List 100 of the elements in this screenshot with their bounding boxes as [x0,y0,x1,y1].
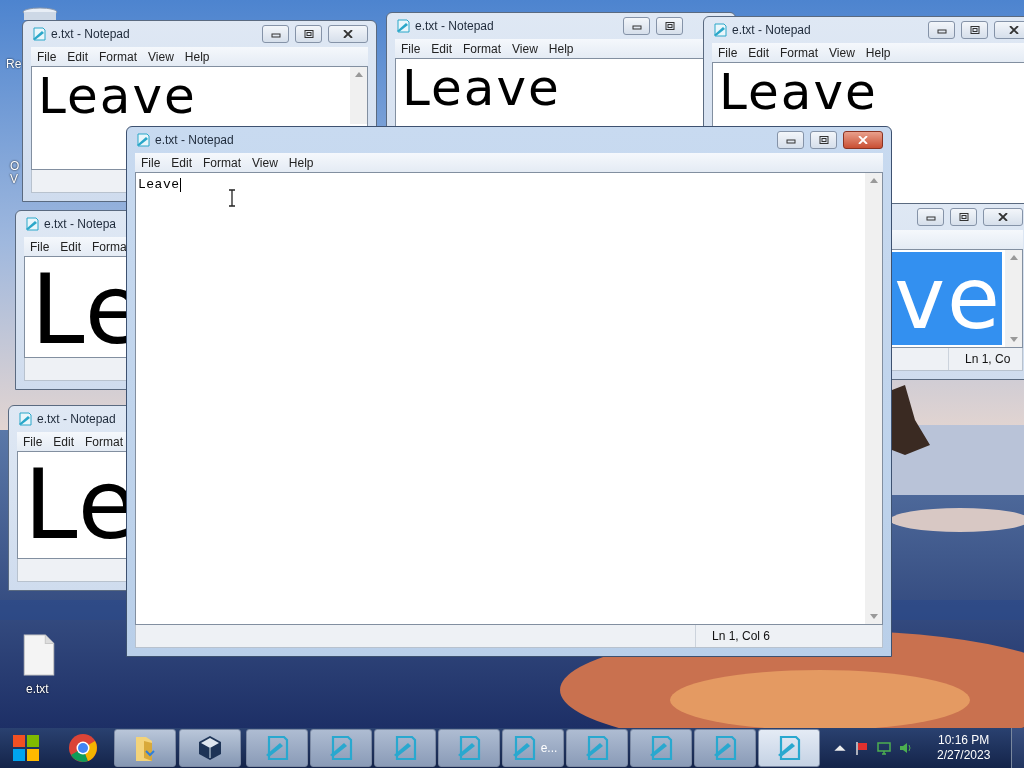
scroll-down-icon[interactable] [869,614,878,619]
maximize-icon [969,26,980,34]
document-text: Leave [138,177,180,192]
close-button[interactable] [994,21,1024,39]
window-title: e.txt - Notepad [51,27,130,41]
maximize-icon [818,136,829,144]
menu-item[interactable]: Format [463,41,502,56]
scrollbar[interactable] [865,173,882,624]
window-title: e.txt - Notepad [155,133,234,147]
notepad-taskbar-button[interactable] [310,729,372,767]
notepad-icon [712,22,728,38]
window-title: e.txt - Notepa [44,217,117,231]
menu-item[interactable]: View [512,41,538,56]
menu-item[interactable]: Edit [748,45,770,60]
menu-item[interactable]: Edit [53,434,75,449]
notepad-icon [24,216,40,232]
menu-item[interactable]: File [23,434,43,449]
notepad-icon [17,411,33,427]
notepad-taskbar-button[interactable] [374,729,436,767]
notepad-taskbar-button[interactable] [566,729,628,767]
menu-item[interactable]: Edit [431,41,453,56]
scroll-down-icon[interactable] [1009,337,1018,342]
windows-logo-icon [11,733,41,763]
maximize-button[interactable] [961,21,988,39]
close-icon [998,213,1008,221]
minimize-button[interactable] [623,17,650,35]
notepad-taskbar-button[interactable] [438,729,500,767]
minimize-button[interactable] [917,208,944,226]
document-text: Leave [402,61,561,115]
menu-item[interactable]: Help [184,49,210,64]
maximize-icon [664,22,675,30]
minimize-icon [631,22,642,30]
notepad-icon [31,26,47,42]
menu-item[interactable]: Edit [60,239,82,254]
maximize-button[interactable] [295,25,322,43]
menu-item[interactable]: Edit [67,49,89,64]
close-icon [343,30,353,38]
maximize-button[interactable] [810,131,837,149]
close-button[interactable] [328,25,368,43]
text-cursor-icon [228,189,236,207]
scrollbar[interactable] [1005,250,1022,347]
menu-item[interactable]: View [148,49,174,64]
maximize-icon [958,213,969,221]
notepad-icon [395,18,411,34]
flag-icon[interactable] [855,741,869,755]
maximize-button[interactable] [656,17,683,35]
menu-item[interactable]: File [37,49,57,64]
window-title: e.txt - Notepad [415,19,494,33]
minimize-button[interactable] [777,131,804,149]
status-text: Ln 1, Co [965,352,1011,366]
file-icon[interactable] [22,634,56,676]
menu-item[interactable]: File [30,239,50,254]
notepad-taskbar-button[interactable] [758,729,820,767]
menu-item[interactable]: Help [548,41,574,56]
desktop-icon-label: O [10,160,20,173]
notepad-icon [135,132,151,148]
speaker-icon[interactable] [899,741,913,755]
desktop-icon-label: V [10,173,18,186]
menu-item[interactable]: Format [780,45,819,60]
clock[interactable]: 10:16 PM 2/27/2023 [937,733,991,763]
menu-item[interactable]: View [829,45,855,60]
menu-item[interactable]: Help [865,45,891,60]
menu-item[interactable]: Help [288,155,314,170]
menu-item[interactable]: File [141,155,161,170]
menu-item[interactable]: Forma [92,239,127,254]
minimize-icon [925,213,936,221]
notepad-taskbar-button[interactable] [630,729,692,767]
menu-item[interactable]: Format [85,434,124,449]
menu-item[interactable]: File [718,45,738,60]
close-icon [1009,26,1019,34]
virtualbox-button[interactable] [179,729,241,767]
window-title: e.txt - Notepad [37,412,116,426]
maximize-button[interactable] [950,208,977,226]
document-text: Leave [38,69,197,123]
show-desktop-button[interactable] [1011,728,1024,768]
network-icon[interactable] [877,741,891,755]
menu-item[interactable]: Format [99,49,138,64]
menu-item[interactable]: View [252,155,278,170]
menu-item[interactable]: Format [203,155,242,170]
menu-item[interactable]: Edit [171,155,193,170]
notepad-taskbar-button[interactable] [694,729,756,767]
close-button[interactable] [843,131,883,149]
notepad-taskbar-button[interactable] [246,729,308,767]
document-text: Leave [719,65,878,119]
close-icon [858,136,868,144]
close-button[interactable] [983,208,1023,226]
minimize-icon [785,136,796,144]
minimize-icon [936,26,947,34]
scroll-up-icon[interactable] [869,178,878,183]
file-label: e.txt [26,682,49,696]
scroll-up-icon[interactable] [354,72,363,77]
minimize-button[interactable] [928,21,955,39]
menu-item[interactable]: File [401,41,421,56]
browser-icon [68,733,98,763]
minimize-icon [270,30,281,38]
status-text: Ln 1, Col 6 [712,629,771,643]
minimize-button[interactable] [262,25,289,43]
scrollbar[interactable] [350,67,367,124]
maximize-icon [303,30,314,38]
window-title: e.txt - Notepad [732,23,811,37]
